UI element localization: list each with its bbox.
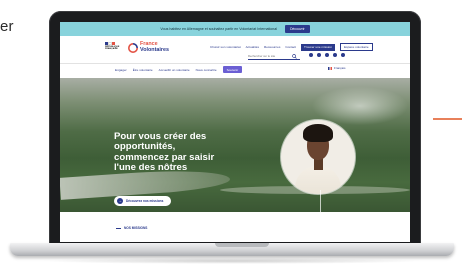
header-link-actualites[interactable]: Actualités (246, 45, 259, 49)
search-input[interactable] (248, 53, 292, 59)
laptop-base (10, 243, 454, 256)
volunteer-space-button[interactable]: Espace volontaire (339, 43, 373, 51)
search-icon[interactable] (292, 53, 297, 59)
republique-logo: RÉPUBLIQUE FRANÇAISE (105, 42, 121, 54)
marianne-flag-icon (105, 42, 116, 45)
announcement-bar: Vous habitez en Allemagne et souhaitez p… (60, 22, 410, 36)
nav-item-nous-connaitre[interactable]: Nous connaître (196, 68, 217, 72)
logo-line-2: Volontaires (140, 46, 169, 53)
content-section: NOS MISSIONS (60, 212, 410, 242)
section-label: NOS MISSIONS (116, 226, 147, 230)
france-volontaires-logo-icon[interactable] (128, 43, 138, 53)
header-links: Choisir son volontariat Actualités Resso… (210, 43, 373, 51)
site-header: RÉPUBLIQUE FRANÇAISE France Volontaires … (60, 36, 410, 63)
language-label: Français (334, 66, 346, 70)
portrait-hair (303, 124, 333, 142)
search-bar (248, 53, 300, 60)
portrait-shirt (295, 166, 341, 194)
header-divider (60, 63, 410, 64)
republique-line-2: FRANÇAISE (105, 48, 118, 51)
laptop-shadow (40, 258, 424, 264)
laptop-notch (215, 243, 269, 247)
header-link-ressources[interactable]: Ressources (264, 45, 280, 49)
nav-item-soutenir[interactable]: Soutenir (222, 66, 243, 73)
arrow-right-icon: → (117, 198, 123, 204)
hero-title-bold-2: l'une des nôtres (114, 162, 188, 174)
section-label-text: NOS MISSIONS (124, 226, 148, 230)
facebook-icon[interactable] (309, 53, 313, 57)
twitter-icon[interactable] (341, 53, 345, 57)
announcement-button[interactable]: Découvrir (285, 25, 310, 33)
social-links (309, 53, 345, 57)
french-flag-icon (328, 66, 332, 70)
main-nav: Engager Être volontaire Accueillir un vo… (115, 66, 243, 73)
laptop-screen: Vous habitez en Allemagne et souhaitez p… (60, 22, 410, 242)
nav-item-etre-volontaire[interactable]: Être volontaire (133, 68, 153, 72)
hero-banner: Pour vous créer des opportunités, commen… (60, 78, 410, 212)
find-mission-button[interactable]: Trouver une mission (301, 43, 335, 51)
hero-title: Pour vous créer des opportunités, commen… (114, 131, 264, 174)
corner-text-fragment: er (0, 18, 14, 35)
hero-title-line-2: opportunités, (114, 141, 176, 153)
site-logo-text[interactable]: France Volontaires (140, 41, 180, 53)
discover-missions-button[interactable]: → Découvrez nos missions (114, 196, 172, 206)
cta-label: Découvrez nos missions (126, 199, 164, 203)
nav-item-accueillir[interactable]: Accueillir un volontaire (159, 68, 190, 72)
instagram-icon[interactable] (317, 53, 321, 57)
youtube-icon[interactable] (333, 53, 337, 57)
nav-item-engager[interactable]: Engager (115, 68, 127, 72)
hero-portrait (281, 120, 355, 194)
language-selector[interactable]: Français (328, 66, 346, 70)
linkedin-icon[interactable] (325, 53, 329, 57)
hero-decorative-line (320, 190, 321, 212)
header-link-contact[interactable]: Contact (285, 45, 296, 49)
decorative-line (433, 118, 462, 120)
header-link-choisir[interactable]: Choisir son volontariat (210, 45, 241, 49)
section-bar (116, 227, 121, 229)
announcement-text: Vous habitez en Allemagne et souhaitez p… (160, 27, 278, 31)
hero-title-line-1: Pour vous créer des (114, 131, 207, 142)
